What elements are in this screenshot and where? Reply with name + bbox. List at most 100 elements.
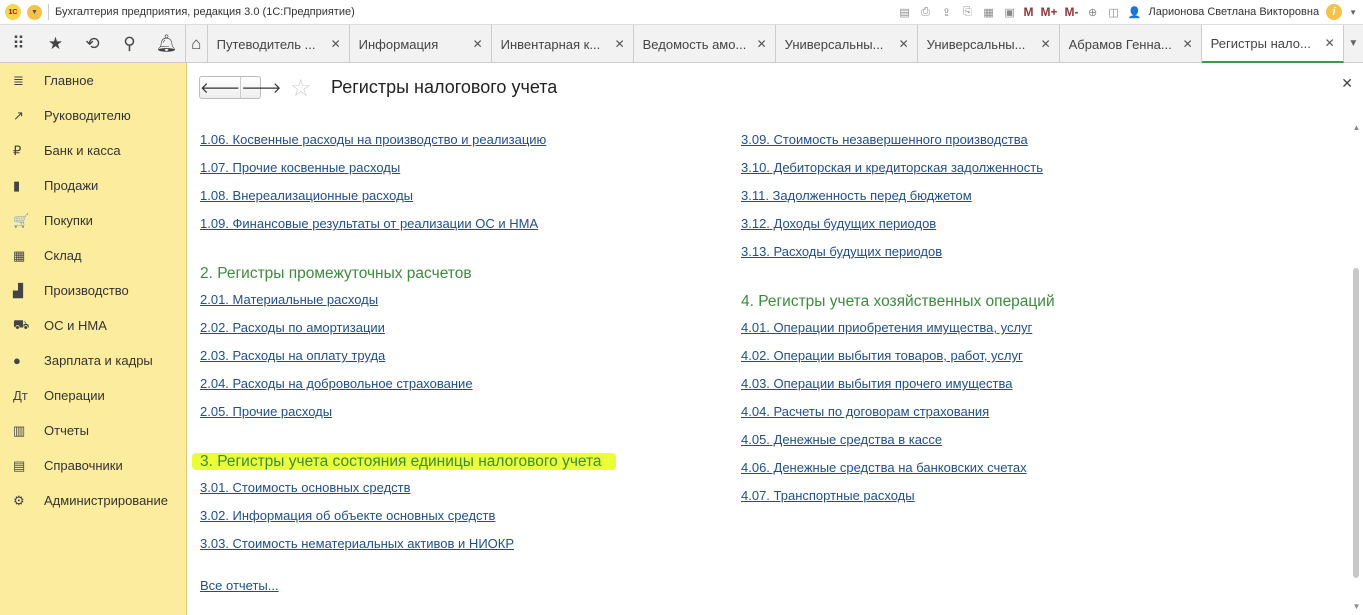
sidebar-item-3[interactable]: ▮ Продажи	[0, 168, 186, 203]
sidebar-item-6[interactable]: ▟ Производство	[0, 273, 186, 308]
tab-7[interactable]: Регистры нало... ✕	[1201, 25, 1344, 63]
search-icon[interactable]: ⚲	[111, 25, 148, 63]
tab-label: Универсальны...	[784, 36, 884, 52]
calendar-icon[interactable]: ▣	[1003, 5, 1017, 19]
report-link[interactable]: 2.04. Расходы на добровольное страховани…	[200, 370, 616, 398]
info-icon[interactable]: i	[1326, 4, 1343, 20]
tab-label: Регистры нало...	[1210, 35, 1311, 51]
tabs-more-chevron-icon[interactable]: ▼	[1344, 25, 1363, 62]
tab-0[interactable]: Путеводитель ... ✕	[208, 25, 350, 63]
report-link[interactable]: 1.08. Внереализационные расходы	[200, 182, 616, 210]
report-link[interactable]: 4.02. Операции выбытия товаров, работ, у…	[741, 342, 1055, 370]
sidebar-item-0[interactable]: ≣ Главное	[0, 63, 186, 98]
report-link[interactable]: 1.09. Финансовые результаты от реализаци…	[200, 210, 616, 238]
chevron-down-icon[interactable]: ▼	[1349, 8, 1357, 17]
sidebar-item-label: Операции	[44, 388, 105, 403]
report-link[interactable]: 4.03. Операции выбытия прочего имущества	[741, 370, 1055, 398]
report-link[interactable]: 3.11. Задолженность перед бюджетом	[741, 182, 1055, 210]
tab-label: Абрамов Генна...	[1068, 36, 1172, 52]
sidebar-item-8[interactable]: ● Зарплата и кадры	[0, 343, 186, 378]
zoom-icon[interactable]: ⊕	[1086, 5, 1100, 19]
scroll-up-icon[interactable]: ▲	[1350, 123, 1363, 138]
section-heading: 3. Регистры учета состояния единицы нало…	[192, 450, 616, 474]
report-link[interactable]: 3.09. Стоимость незавершенного производс…	[741, 126, 1055, 154]
report-link[interactable]: 4.01. Операции приобретения имущества, у…	[741, 314, 1055, 342]
close-tab-icon[interactable]: ✕	[331, 37, 341, 51]
1c-logo-icon: 1С	[5, 4, 21, 20]
forward-arrow-icon[interactable]: 🡒	[241, 77, 281, 98]
sidebar-item-10[interactable]: ▥ Отчеты	[0, 413, 186, 448]
vertical-scrollbar[interactable]: ▲ ▼	[1350, 63, 1363, 615]
notifications-bell-icon[interactable]: 🔔︎	[148, 25, 185, 63]
sidebar-item-label: Производство	[44, 283, 129, 298]
export-icon[interactable]: ⇪	[940, 5, 954, 19]
right-column: 3.09. Стоимость незавершенного производс…	[741, 126, 1055, 510]
tab-label: Ведомость амо...	[642, 36, 747, 52]
section-icon: ▟	[13, 282, 23, 298]
scroll-down-icon[interactable]: ▼	[1350, 602, 1363, 611]
report-link[interactable]: 2.03. Расходы на оплату труда	[200, 342, 616, 370]
sidebar-item-4[interactable]: 🛒 Покупки	[0, 203, 186, 238]
section-heading: 4. Регистры учета хозяйственных операций	[741, 290, 1055, 314]
print-preview-icon[interactable]: ⎘	[961, 5, 975, 19]
report-link[interactable]: 2.02. Расходы по амортизации	[200, 314, 616, 342]
sidebar-item-7[interactable]: ⛟ ОС и НМА	[0, 308, 186, 343]
favorites-star-icon[interactable]: ★	[37, 25, 74, 63]
all-reports-link[interactable]: Все отчеты...	[200, 578, 279, 593]
tab-4[interactable]: Универсальны... ✕	[776, 25, 918, 63]
memory-button[interactable]: M	[1024, 5, 1034, 19]
memory-minus-button[interactable]: M-	[1065, 5, 1079, 19]
report-link[interactable]: 2.05. Прочие расходы	[200, 398, 616, 426]
history-icon[interactable]: ⟲	[74, 25, 111, 63]
tab-2[interactable]: Инвентарная к... ✕	[492, 25, 634, 63]
panels-icon[interactable]: ◫	[1107, 5, 1121, 19]
section-heading-text: 2. Регистры промежуточных расчетов	[200, 265, 472, 282]
memory-plus-button[interactable]: M+	[1041, 5, 1058, 19]
report-link[interactable]: 3.02. Информация об объекте основных сре…	[200, 502, 616, 530]
close-tab-icon[interactable]: ✕	[615, 37, 625, 51]
report-link[interactable]: 2.01. Материальные расходы	[200, 286, 616, 314]
apps-grid-icon[interactable]: ⠿	[0, 25, 37, 63]
close-tab-icon[interactable]: ✕	[899, 37, 909, 51]
report-link[interactable]: 3.01. Стоимость основных средств	[200, 474, 616, 502]
sidebar-item-2[interactable]: ₽ Банк и касса	[0, 133, 186, 168]
report-link[interactable]: 4.05. Денежные средства в кассе	[741, 426, 1055, 454]
tab-3[interactable]: Ведомость амо... ✕	[634, 25, 776, 63]
sidebar-item-12[interactable]: ⚙ Администрирование	[0, 483, 186, 518]
report-link[interactable]: 4.06. Денежные средства на банковских сч…	[741, 454, 1055, 482]
section-heading-text: 4. Регистры учета хозяйственных операций	[741, 293, 1055, 310]
sidebar-item-9[interactable]: Дт Операции	[0, 378, 186, 413]
current-user[interactable]: Ларионова Светлана Викторовна	[1149, 6, 1320, 18]
close-tab-icon[interactable]: ✕	[1325, 36, 1335, 50]
report-link[interactable]: 1.06. Косвенные расходы на производство …	[200, 126, 616, 154]
section-icon: ▮	[13, 177, 21, 193]
tab-5[interactable]: Универсальны... ✕	[918, 25, 1060, 63]
home-icon[interactable]: ⌂	[186, 25, 208, 63]
report-link[interactable]: 3.12. Доходы будущих периодов	[741, 210, 1055, 238]
close-tab-icon[interactable]: ✕	[473, 37, 483, 51]
report-link[interactable]: 4.07. Транспортные расходы	[741, 482, 1055, 510]
close-tab-icon[interactable]: ✕	[1183, 37, 1193, 51]
close-tab-icon[interactable]: ✕	[757, 37, 767, 51]
favorite-star-icon[interactable]: ☆	[290, 74, 312, 103]
tab-1[interactable]: Информация ✕	[350, 25, 492, 63]
tab-6[interactable]: Абрамов Генна... ✕	[1060, 25, 1202, 63]
sidebar-item-5[interactable]: ▦ Склад	[0, 238, 186, 273]
main-menu-button[interactable]: ▼	[27, 4, 42, 20]
sidebar-item-11[interactable]: ▤ Справочники	[0, 448, 186, 483]
report-link[interactable]: 3.13. Расходы будущих периодов	[741, 238, 1055, 266]
sidebar-item-label: Руководителю	[44, 108, 131, 123]
save-icon[interactable]: ▤	[898, 5, 912, 19]
print-icon[interactable]: ⎙	[919, 5, 933, 19]
close-tab-icon[interactable]: ✕	[1041, 37, 1051, 51]
calculator-icon[interactable]: ▦	[982, 5, 996, 19]
report-link[interactable]: 3.10. Дебиторская и кредиторская задолже…	[741, 154, 1055, 182]
sidebar-item-label: Справочники	[44, 458, 123, 473]
scrollbar-thumb[interactable]	[1353, 268, 1359, 578]
report-link[interactable]: 1.07. Прочие косвенные расходы	[200, 154, 616, 182]
sidebar-item-label: Покупки	[44, 213, 93, 228]
report-link[interactable]: 3.03. Стоимость нематериальных активов и…	[200, 530, 616, 558]
sidebar-item-1[interactable]: ↗ Руководителю	[0, 98, 186, 133]
report-link[interactable]: 4.04. Расчеты по договорам страхования	[741, 398, 1055, 426]
back-arrow-icon[interactable]: 🡐	[200, 77, 242, 98]
